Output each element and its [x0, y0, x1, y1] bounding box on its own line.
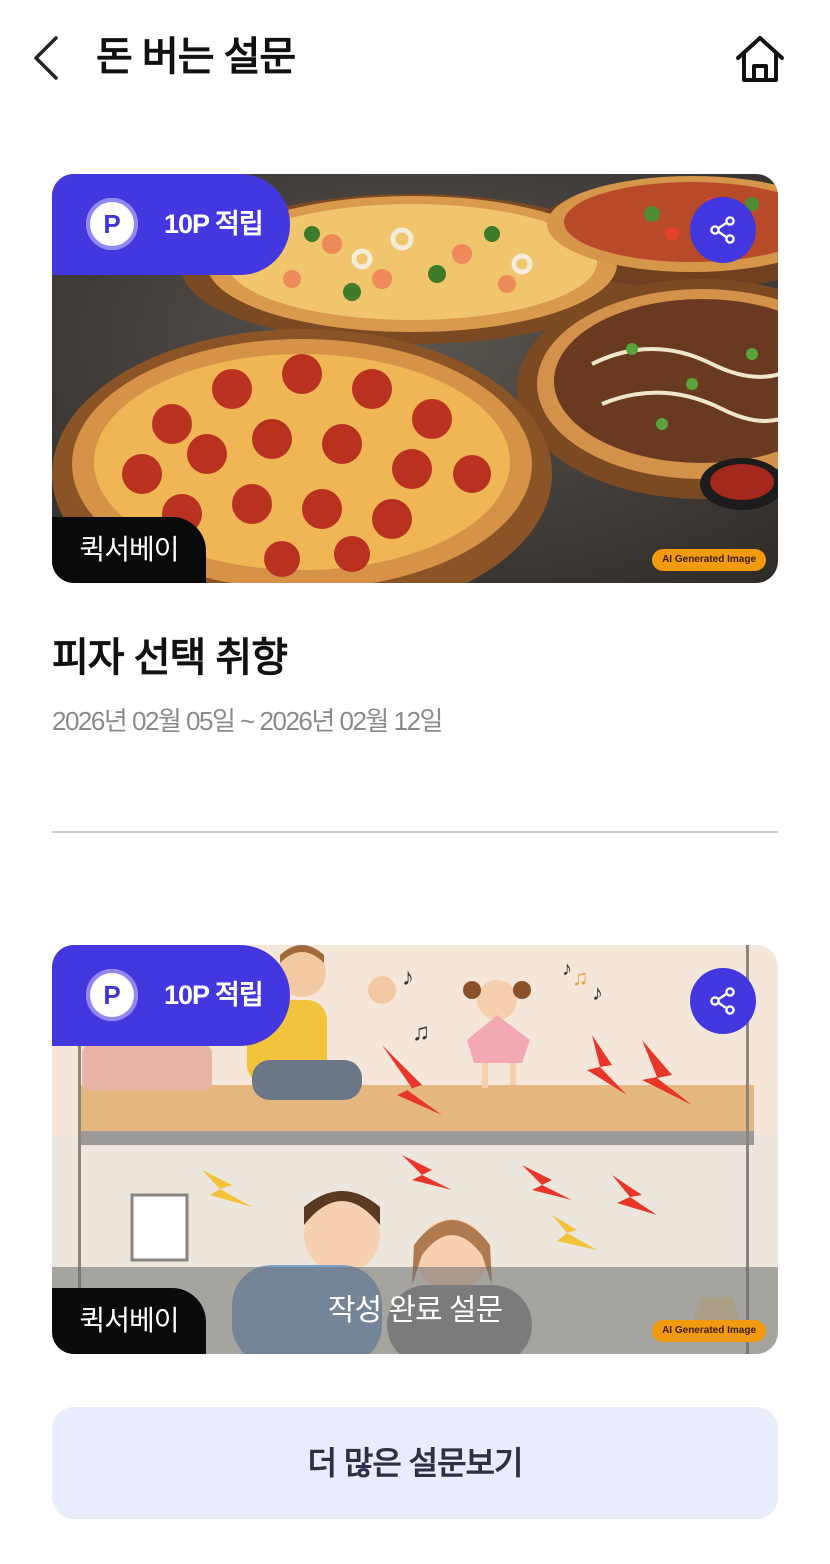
- more-surveys-button[interactable]: 더 많은 설문보기: [52, 1407, 778, 1519]
- svg-text:♫: ♫: [572, 965, 589, 990]
- home-button[interactable]: [734, 34, 786, 84]
- svg-text:♫: ♫: [412, 1019, 430, 1046]
- svg-text:♪: ♪: [402, 964, 414, 991]
- survey-card-pizza[interactable]: P 10P 적립 퀵서베이 AI Generated Image: [52, 174, 778, 583]
- share-icon: [710, 216, 735, 244]
- point-icon: P: [86, 969, 138, 1021]
- survey-title[interactable]: 피자 선택 취향: [52, 630, 288, 686]
- back-button[interactable]: [30, 34, 70, 82]
- chevron-left-icon: [34, 36, 58, 80]
- brand-tag: 퀵서베이: [52, 517, 206, 583]
- page-title: 돈 버는 설문: [96, 35, 296, 79]
- share-icon: [710, 987, 735, 1015]
- svg-text:♪: ♪: [562, 958, 572, 980]
- share-button[interactable]: [690, 968, 756, 1034]
- point-label: 10P 적립: [164, 980, 264, 1010]
- brand-tag: 퀵서베이: [52, 1288, 206, 1354]
- survey-card-floor-noise[interactable]: ♪ ♫ ♪ ♪ ♫ P 10P 적립 작성 완료 설문 퀵서베이 AI Gene…: [52, 945, 778, 1354]
- svg-text:♪: ♪: [592, 980, 603, 1005]
- share-button[interactable]: [690, 197, 756, 263]
- ai-generated-tag: AI Generated Image: [652, 1320, 766, 1342]
- divider: [52, 831, 778, 833]
- point-label: 10P 적립: [164, 209, 264, 239]
- point-badge: P 10P 적립: [52, 945, 290, 1046]
- point-icon: P: [86, 198, 138, 250]
- survey-period: 2026년 02월 05일 ~ 2026년 02월 12일: [52, 706, 443, 736]
- top-bar: 돈 버는 설문: [0, 0, 830, 115]
- home-icon: [736, 36, 784, 82]
- ai-generated-tag: AI Generated Image: [652, 549, 766, 571]
- point-badge: P 10P 적립: [52, 174, 290, 275]
